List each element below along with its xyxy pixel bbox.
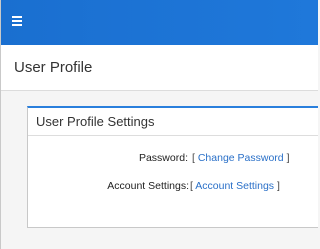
password-row: Password: [ Change Password ] — [28, 152, 308, 168]
open-bracket: [ — [192, 152, 195, 164]
panel-header: User Profile Settings — [28, 108, 318, 136]
hamburger-menu-icon[interactable] — [12, 16, 22, 27]
open-bracket: [ — [190, 180, 193, 192]
password-label: Password: — [138, 152, 188, 164]
menu-icon-line-top — [12, 16, 22, 18]
account-settings-label: Account Settings: — [107, 180, 189, 192]
change-password-link[interactable]: Change Password — [198, 152, 284, 164]
menu-icon-line-middle — [12, 20, 22, 22]
account-settings-value: [ Account Settings ] — [190, 180, 280, 192]
close-bracket: ] — [276, 180, 280, 192]
top-navigation-bar — [1, 0, 318, 45]
user-profile-settings-panel: User Profile Settings Password: [ Change… — [27, 106, 318, 228]
close-bracket: ] — [286, 152, 290, 164]
page-title: User Profile — [14, 59, 93, 76]
app-window: User Profile User Profile Settings Passw… — [0, 0, 318, 249]
panel-title: User Profile Settings — [36, 114, 155, 129]
account-settings-row: Account Settings: [ Account Settings ] — [28, 180, 308, 196]
menu-icon-line-bottom — [12, 24, 22, 26]
page-header: User Profile — [1, 45, 318, 91]
account-settings-link[interactable]: Account Settings — [195, 180, 274, 192]
password-value: [ Change Password ] — [192, 152, 290, 164]
